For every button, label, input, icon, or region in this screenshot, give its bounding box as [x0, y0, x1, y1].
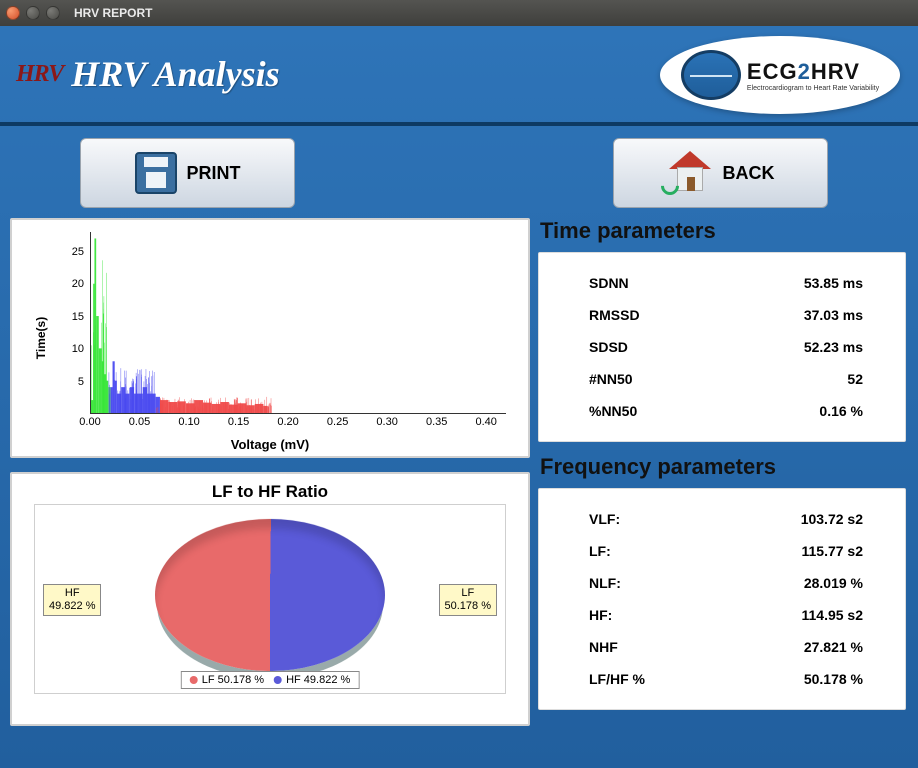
- param-value: 37.03 ms: [804, 307, 863, 323]
- legend-dot-hf: [274, 676, 282, 684]
- param-row: RMSSD 37.03 ms: [589, 299, 895, 331]
- print-button[interactable]: PRINT: [80, 138, 295, 208]
- main-area: Time(s) Voltage (mV) 510152025 0.000.050…: [0, 216, 918, 736]
- spectrum-svg: [91, 232, 272, 413]
- legend-dot-lf: [190, 676, 198, 684]
- back-button-label: BACK: [723, 163, 775, 184]
- pie-frame: LF 50.178 % HF 49.822 % LF 50.178 % HF 4…: [34, 504, 506, 694]
- param-value: 103.72 s2: [801, 511, 863, 527]
- param-label: SDSD: [589, 339, 628, 355]
- param-row: LF: 115.77 s2: [589, 535, 895, 567]
- param-value: 50.178 %: [804, 671, 863, 687]
- page-title: HRV Analysis: [71, 53, 279, 95]
- window-maximize-button[interactable]: [46, 6, 60, 20]
- param-row: SDNN 53.85 ms: [589, 267, 895, 299]
- header: HRV HRV Analysis ECG2HRV Electrocardiogr…: [0, 26, 918, 126]
- param-label: VLF:: [589, 511, 620, 527]
- param-label: LF:: [589, 543, 611, 559]
- param-label: %NN50: [589, 403, 637, 419]
- param-row: %NN50 0.16 %: [589, 395, 895, 427]
- param-label: NLF:: [589, 575, 621, 591]
- param-row: LF/HF % 50.178 %: [589, 663, 895, 695]
- param-row: #NN50 52: [589, 363, 895, 395]
- brand-logo: ECG2HRV Electrocardiogram to Heart Rate …: [660, 36, 900, 114]
- time-params-title: Time parameters: [540, 218, 906, 244]
- param-value: 27.821 %: [804, 639, 863, 655]
- logo-text: ECG2HRV: [747, 59, 879, 85]
- back-button[interactable]: BACK: [613, 138, 828, 208]
- y-ticks: 510152025: [62, 232, 88, 414]
- param-label: RMSSD: [589, 307, 640, 323]
- window-title: HRV REPORT: [74, 6, 152, 20]
- print-button-label: PRINT: [187, 163, 241, 184]
- pie-title: LF to HF Ratio: [22, 482, 518, 502]
- param-row: SDSD 52.23 ms: [589, 331, 895, 363]
- toolbar: PRINT BACK: [0, 126, 918, 216]
- x-axis-label: Voltage (mV): [231, 437, 310, 452]
- pie-label-hf: HF 49.822 %: [43, 584, 101, 616]
- param-row: HF: 114.95 s2: [589, 599, 895, 631]
- x-ticks: 0.000.050.100.150.200.250.300.350.40: [90, 416, 506, 432]
- param-row: VLF: 103.72 s2: [589, 503, 895, 535]
- hrv-mark: HRV: [16, 61, 63, 88]
- pie-legend: LF 50.178 % HF 49.822 %: [181, 671, 360, 689]
- param-row: NLF: 28.019 %: [589, 567, 895, 599]
- time-params-box: SDNN 53.85 ms RMSSD 37.03 ms SDSD 52.23 ms #NN…: [538, 252, 906, 442]
- spectrum-chart: Time(s) Voltage (mV) 510152025 0.000.050…: [10, 218, 530, 458]
- ecg-wave-icon: [681, 50, 741, 100]
- param-value: 0.16 %: [819, 403, 863, 419]
- y-axis-label: Time(s): [34, 317, 48, 359]
- content-area: HRV HRV Analysis ECG2HRV Electrocardiogr…: [0, 26, 918, 768]
- param-label: #NN50: [589, 371, 633, 387]
- param-value: 28.019 %: [804, 575, 863, 591]
- home-icon: [667, 153, 713, 193]
- param-label: SDNN: [589, 275, 629, 291]
- plot-area: [90, 232, 506, 414]
- param-label: HF:: [589, 607, 612, 623]
- param-value: 115.77 s2: [801, 543, 863, 559]
- freq-params-box: VLF: 103.72 s2 LF: 115.77 s2 NLF: 28.019 % HF:…: [538, 488, 906, 710]
- param-value: 114.95 s2: [801, 607, 863, 623]
- save-icon: [135, 152, 177, 194]
- window-close-button[interactable]: [6, 6, 20, 20]
- window-minimize-button[interactable]: [26, 6, 40, 20]
- param-value: 53.85 ms: [804, 275, 863, 291]
- app-window: HRV REPORT HRV HRV Analysis ECG2HRV Elec…: [0, 0, 918, 768]
- param-value: 52.23 ms: [804, 339, 863, 355]
- titlebar: HRV REPORT: [0, 0, 918, 26]
- pie-chart-panel: LF to HF Ratio LF 50.178 % HF 49.822 % L…: [10, 472, 530, 726]
- pie-label-lf: LF 50.178 %: [439, 584, 497, 616]
- param-row: NHF 27.821 %: [589, 631, 895, 663]
- param-label: NHF: [589, 639, 618, 655]
- freq-params-title: Frequency parameters: [540, 454, 906, 480]
- logo-subtitle: Electrocardiogram to Heart Rate Variabil…: [747, 85, 879, 92]
- param-value: 52: [847, 371, 863, 387]
- pie-chart: [155, 519, 385, 671]
- param-label: LF/HF %: [589, 671, 645, 687]
